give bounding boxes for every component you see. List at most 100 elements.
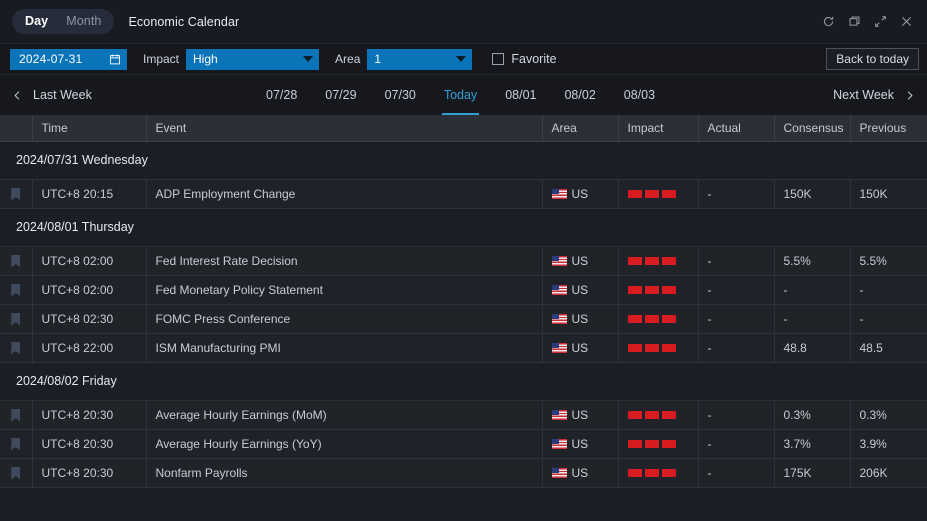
area-label: US xyxy=(571,436,589,451)
cell-event[interactable]: Fed Monetary Policy Statement xyxy=(146,275,543,305)
impact-select[interactable]: High xyxy=(186,48,320,70)
cell-impact xyxy=(618,275,699,305)
column-time[interactable]: Time xyxy=(32,115,147,142)
view-mode-toggle[interactable]: Day Month xyxy=(12,9,115,34)
impact-bars xyxy=(627,410,689,419)
group-date-label: 2024/08/02 Friday xyxy=(0,361,927,401)
cell-event[interactable]: ADP Employment Change xyxy=(146,179,543,209)
view-mode-day[interactable]: Day xyxy=(16,9,57,34)
impact-bar xyxy=(644,314,659,323)
day-tab-0802[interactable]: 08/02 xyxy=(550,75,609,115)
close-icon[interactable] xyxy=(893,9,919,35)
day-tab-0801[interactable]: 08/01 xyxy=(491,75,550,115)
impact-bar xyxy=(661,314,676,323)
favorite-checkbox[interactable]: Favorite xyxy=(492,52,557,66)
prev-week-button[interactable]: Last Week xyxy=(12,88,92,102)
table-row[interactable]: UTC+8 20:30 Average Hourly Earnings (YoY)… xyxy=(0,429,927,459)
favorite-label: Favorite xyxy=(511,52,557,66)
next-week-button[interactable]: Next Week xyxy=(833,88,915,102)
next-week-label: Next Week xyxy=(833,88,894,102)
cell-impact xyxy=(618,400,699,430)
bookmark-icon[interactable] xyxy=(11,466,21,480)
bookmark-icon[interactable] xyxy=(11,408,21,422)
restore-icon[interactable] xyxy=(841,9,867,35)
column-bookmark[interactable] xyxy=(0,115,33,142)
day-tab-0803[interactable]: 08/03 xyxy=(610,75,669,115)
column-actual[interactable]: Actual xyxy=(698,115,775,142)
cell-previous: 3.9% xyxy=(850,429,927,459)
cell-consensus: 48.8 xyxy=(774,333,851,363)
refresh-icon[interactable] xyxy=(815,9,841,35)
expand-icon[interactable] xyxy=(867,9,893,35)
cell-event[interactable]: FOMC Press Conference xyxy=(146,304,543,334)
cell-consensus: 3.7% xyxy=(774,429,851,459)
impact-bar xyxy=(661,285,676,294)
cell-event[interactable]: Fed Interest Rate Decision xyxy=(146,246,543,276)
cell-time: UTC+8 20:30 xyxy=(32,400,147,430)
table-row[interactable]: UTC+8 22:00 ISM Manufacturing PMI US -48.8 4… xyxy=(0,333,927,363)
bookmark-cell[interactable] xyxy=(0,304,33,334)
week-navigation: Last Week 07/28 07/29 07/30 Today 08/01 … xyxy=(0,75,927,115)
chevron-left-icon xyxy=(14,90,20,100)
view-mode-month[interactable]: Month xyxy=(57,9,110,34)
bookmark-cell[interactable] xyxy=(0,429,33,459)
table-row[interactable]: UTC+8 20:30 Nonfarm Payrolls US -175K 206K xyxy=(0,458,927,488)
day-tab-today[interactable]: Today xyxy=(430,75,491,115)
column-previous[interactable]: Previous xyxy=(850,115,927,142)
bookmark-cell[interactable] xyxy=(0,179,33,209)
column-consensus[interactable]: Consensus xyxy=(774,115,851,142)
bookmark-cell[interactable] xyxy=(0,400,33,430)
area-content: US xyxy=(551,436,609,451)
impact-bar xyxy=(644,189,659,198)
cell-event[interactable]: Average Hourly Earnings (MoM) xyxy=(146,400,543,430)
events-table-container[interactable]: Time Event Area Impact Actual Consensus … xyxy=(0,115,927,521)
impact-select-value: High xyxy=(193,52,218,66)
impact-bar xyxy=(627,285,642,294)
bookmark-icon[interactable] xyxy=(11,312,21,326)
area-select[interactable]: 1 xyxy=(367,48,473,70)
area-label: US xyxy=(571,407,589,422)
area-content: US xyxy=(551,465,609,480)
cell-event[interactable]: Nonfarm Payrolls xyxy=(146,458,543,488)
column-impact[interactable]: Impact xyxy=(618,115,699,142)
cell-area: US xyxy=(542,458,619,488)
area-label: US xyxy=(571,253,589,268)
cell-actual: - xyxy=(698,246,775,276)
table-row[interactable]: UTC+8 20:30 Average Hourly Earnings (MoM)… xyxy=(0,400,927,430)
table-row[interactable]: UTC+8 02:30 FOMC Press Conference US - - - xyxy=(0,304,927,334)
bookmark-cell[interactable] xyxy=(0,275,33,305)
back-to-today-button[interactable]: Back to today xyxy=(826,48,919,70)
impact-bars xyxy=(627,256,689,265)
table-row[interactable]: UTC+8 02:00 Fed Monetary Policy Statement… xyxy=(0,275,927,305)
table-row[interactable]: UTC+8 02:00 Fed Interest Rate Decision US -… xyxy=(0,246,927,276)
cell-event[interactable]: ISM Manufacturing PMI xyxy=(146,333,543,363)
cell-previous: 0.3% xyxy=(850,400,927,430)
bookmark-icon[interactable] xyxy=(11,283,21,297)
cell-event[interactable]: Average Hourly Earnings (YoY) xyxy=(146,429,543,459)
bookmark-icon[interactable] xyxy=(11,341,21,355)
impact-bar xyxy=(661,439,676,448)
cell-area: US xyxy=(542,400,619,430)
cell-impact xyxy=(618,246,699,276)
bookmark-icon[interactable] xyxy=(11,187,21,201)
bookmark-icon[interactable] xyxy=(11,437,21,451)
date-input[interactable]: 2024-07-31 xyxy=(10,48,127,70)
bookmark-cell[interactable] xyxy=(0,333,33,363)
table-row[interactable]: UTC+8 20:15 ADP Employment Change US -150K 1… xyxy=(0,179,927,209)
day-tab-0730[interactable]: 07/30 xyxy=(371,75,430,115)
day-tab-0729[interactable]: 07/29 xyxy=(311,75,370,115)
area-label: US xyxy=(571,465,589,480)
cell-impact xyxy=(618,179,699,209)
cell-consensus: 175K xyxy=(774,458,851,488)
bookmark-cell[interactable] xyxy=(0,458,33,488)
bookmark-icon[interactable] xyxy=(11,254,21,268)
group-header-row: 2024/07/31 Wednesday xyxy=(0,140,927,180)
column-event[interactable]: Event xyxy=(146,115,543,142)
day-tab-0728[interactable]: 07/28 xyxy=(252,75,311,115)
filter-bar: 2024-07-31 Impact High Area 1 Favorite B… xyxy=(0,44,927,75)
column-area[interactable]: Area xyxy=(542,115,619,142)
bookmark-cell[interactable] xyxy=(0,246,33,276)
impact-bar xyxy=(627,439,642,448)
table-header-row: Time Event Area Impact Actual Consensus … xyxy=(0,115,927,142)
cell-actual: - xyxy=(698,429,775,459)
